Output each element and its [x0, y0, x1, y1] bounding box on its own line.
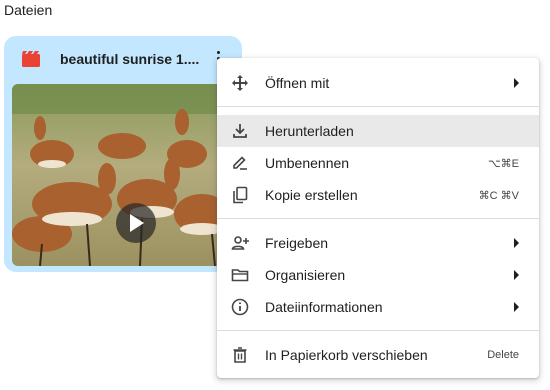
video-file-icon — [22, 51, 40, 67]
file-card[interactable]: beautiful sunrise 1.... — [4, 36, 242, 272]
menu-item-rename[interactable]: Umbenennen ⌥⌘E — [217, 147, 539, 179]
menu-shortcut: ⌘C ⌘V — [478, 190, 519, 202]
open-with-icon — [232, 75, 248, 91]
submenu-arrow-icon — [514, 270, 519, 280]
submenu-arrow-icon — [514, 78, 519, 88]
menu-label: Kopie erstellen — [265, 187, 358, 203]
play-button[interactable] — [116, 203, 156, 243]
menu-label: In Papierkorb verschieben — [265, 347, 428, 363]
menu-label: Freigeben — [265, 235, 329, 251]
play-icon — [130, 214, 144, 232]
menu-divider — [217, 106, 539, 107]
menu-shortcut: Delete — [487, 349, 519, 361]
menu-item-share[interactable]: Freigeben — [217, 227, 539, 259]
section-title: Dateien — [4, 2, 53, 18]
trash-icon — [233, 347, 247, 363]
menu-label: Herunterladen — [265, 123, 354, 139]
menu-shortcut: ⌥⌘E — [487, 158, 519, 170]
file-title: beautiful sunrise 1.... — [60, 51, 200, 67]
context-menu: Öffnen mit Herunterladen Umbenennen ⌥⌘E … — [217, 58, 539, 378]
menu-item-download[interactable]: Herunterladen — [217, 115, 539, 147]
menu-label: Umbenennen — [265, 155, 350, 171]
info-icon — [231, 298, 249, 316]
card-header[interactable]: beautiful sunrise 1.... — [4, 36, 242, 82]
menu-divider — [217, 218, 539, 219]
share-person-icon — [231, 236, 249, 250]
menu-label: Öffnen mit — [265, 75, 330, 91]
download-icon — [233, 124, 247, 138]
menu-item-file-information[interactable]: Dateiinformationen — [217, 291, 539, 323]
video-thumbnail[interactable] — [12, 84, 234, 266]
menu-item-open-with[interactable]: Öffnen mit — [217, 67, 539, 99]
folder-icon — [231, 269, 249, 282]
menu-item-move-to-trash[interactable]: In Papierkorb verschieben Delete — [217, 339, 539, 371]
menu-divider — [217, 330, 539, 331]
submenu-arrow-icon — [514, 302, 519, 312]
rename-icon — [233, 156, 247, 170]
menu-item-make-copy[interactable]: Kopie erstellen ⌘C ⌘V — [217, 179, 539, 211]
menu-label: Dateiinformationen — [265, 299, 383, 315]
copy-icon — [233, 186, 248, 204]
menu-label: Organisieren — [265, 267, 346, 283]
submenu-arrow-icon — [514, 238, 519, 248]
menu-item-organize[interactable]: Organisieren — [217, 259, 539, 291]
